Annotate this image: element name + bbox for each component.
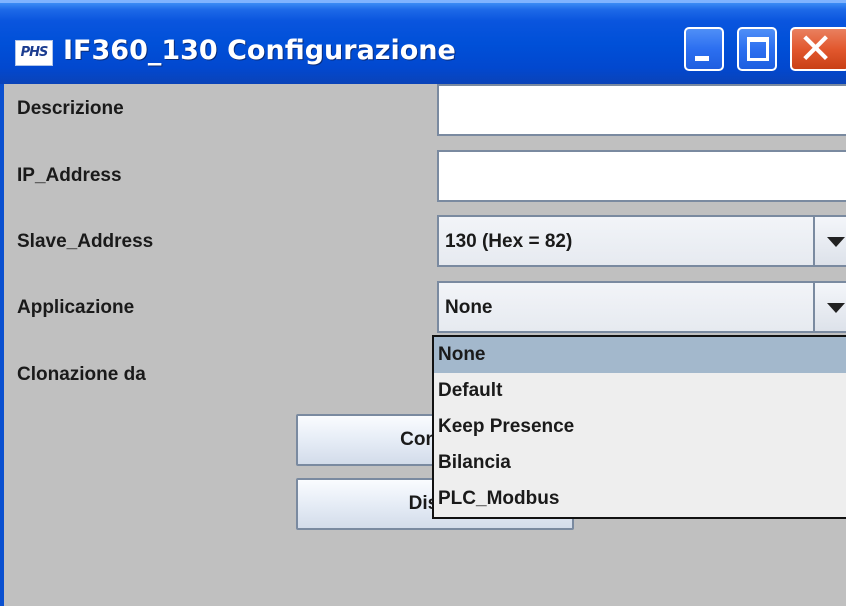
applicazione-dropdown-list[interactable]: None Default Keep Presence Bilancia PLC_… bbox=[432, 335, 846, 519]
minimize-button[interactable] bbox=[684, 27, 724, 71]
window-title: IF360_130 Configurazione bbox=[63, 35, 456, 66]
applicazione-value: None bbox=[445, 297, 493, 318]
close-button[interactable]: ✕ bbox=[790, 24, 846, 73]
slave-address-combo[interactable]: 130 (Hex = 82) bbox=[437, 215, 846, 267]
applicazione-label: Applicazione bbox=[17, 297, 135, 318]
dropdown-option-plc-modbus[interactable]: PLC_Modbus bbox=[434, 481, 846, 517]
ip-address-label: IP_Address bbox=[17, 165, 122, 186]
dropdown-option-none[interactable]: None bbox=[434, 337, 846, 373]
applicazione-dropdown-button[interactable] bbox=[813, 283, 846, 331]
maximize-icon bbox=[747, 37, 769, 61]
maximize-button[interactable] bbox=[737, 27, 777, 71]
title-bar[interactable]: PHS IF360_130 Configurazione ✕ bbox=[0, 0, 846, 84]
dropdown-option-bilancia[interactable]: Bilancia bbox=[434, 445, 846, 481]
close-icon: ✕ bbox=[798, 24, 834, 73]
ip-address-field[interactable] bbox=[437, 150, 846, 202]
descrizione-label: Descrizione bbox=[17, 98, 124, 119]
descrizione-field[interactable] bbox=[437, 84, 846, 136]
slave-address-value: 130 (Hex = 82) bbox=[445, 231, 573, 252]
dropdown-option-keep-presence[interactable]: Keep Presence bbox=[434, 409, 846, 445]
chevron-down-icon bbox=[827, 237, 845, 247]
slave-address-label: Slave_Address bbox=[17, 231, 154, 252]
clonazione-label: Clonazione da bbox=[17, 364, 146, 385]
dropdown-option-default[interactable]: Default bbox=[434, 373, 846, 409]
slave-address-dropdown-button[interactable] bbox=[813, 217, 846, 265]
chevron-down-icon bbox=[827, 303, 845, 313]
applicazione-combo[interactable]: None bbox=[437, 281, 846, 333]
app-icon[interactable]: PHS bbox=[15, 40, 53, 66]
minimize-icon bbox=[695, 56, 709, 61]
